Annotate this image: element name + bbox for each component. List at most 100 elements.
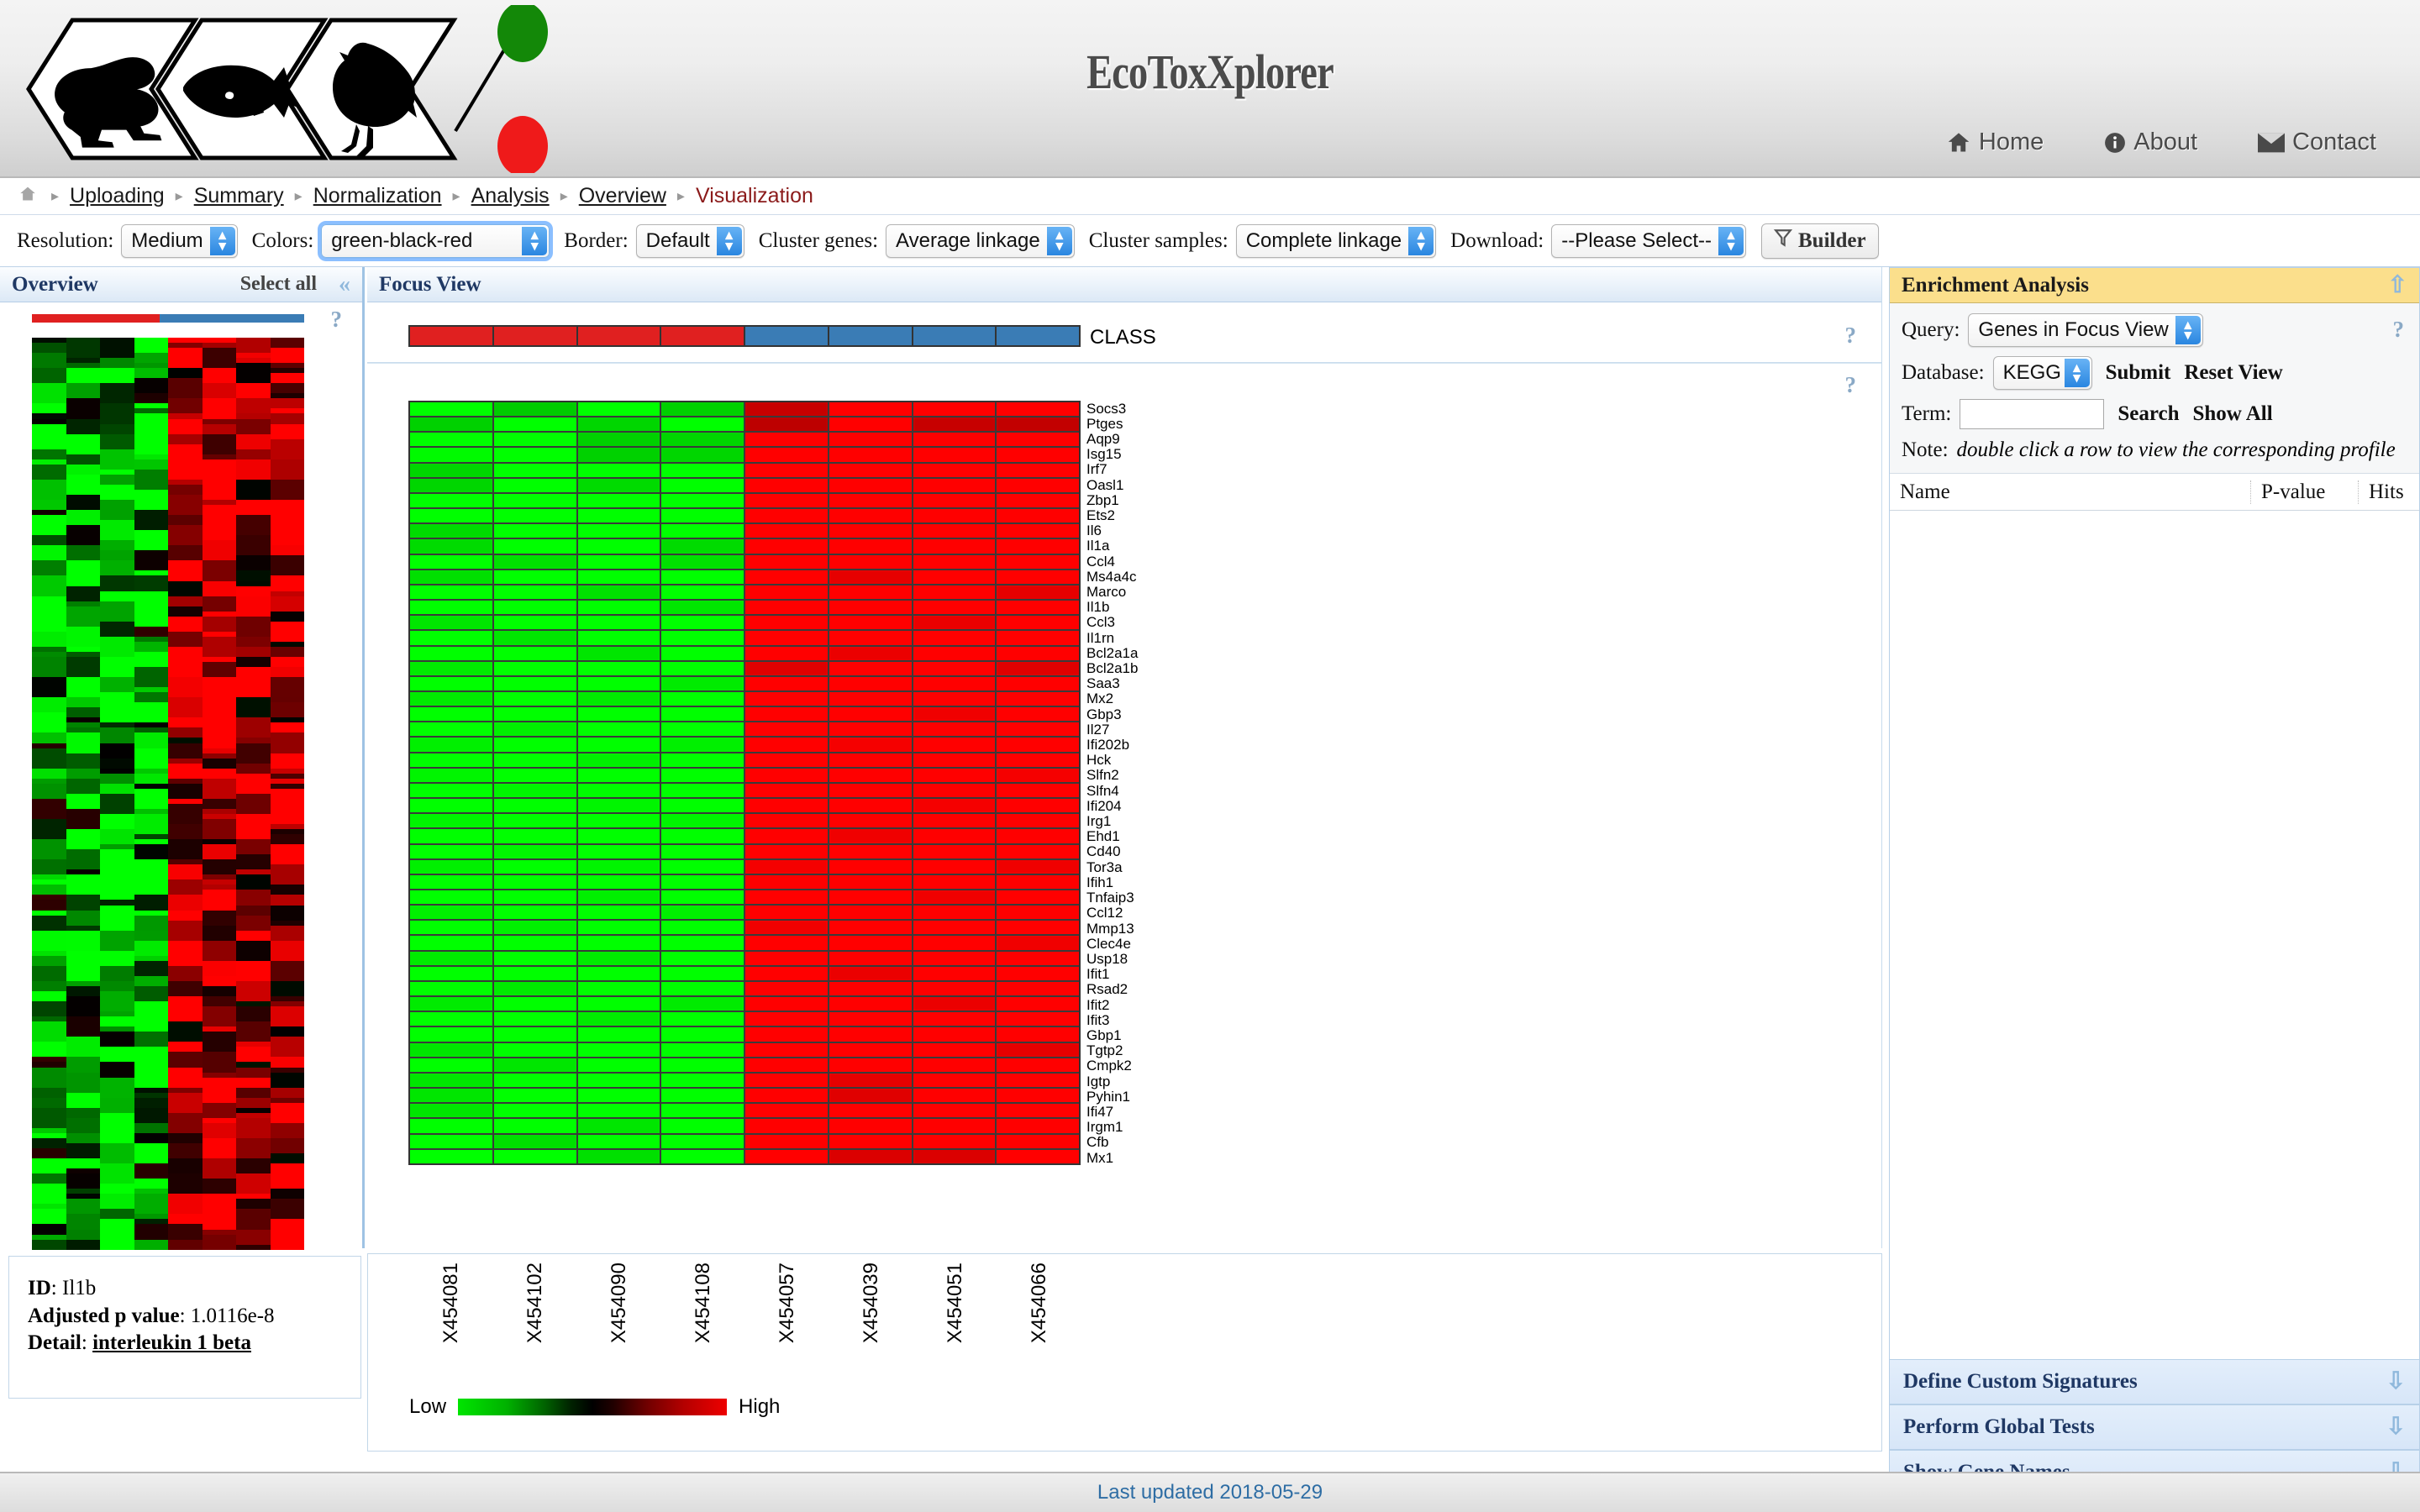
heatmap-cell[interactable]: [913, 493, 996, 510]
heatmap-cell[interactable]: [997, 1134, 1079, 1150]
gene-label[interactable]: Il1b: [1086, 600, 1339, 615]
heatmap-cell[interactable]: [829, 1012, 912, 1028]
heatmap-cell[interactable]: [913, 478, 996, 494]
heatmap-cell[interactable]: [913, 539, 996, 555]
class-cell-X454108[interactable]: [661, 327, 745, 345]
heatmap-cell[interactable]: [661, 829, 744, 845]
heatmap-cell[interactable]: [493, 814, 576, 830]
gene-label[interactable]: Il1a: [1086, 538, 1339, 554]
heatmap-cell[interactable]: [577, 768, 660, 784]
heatmap-cell[interactable]: [913, 448, 996, 464]
heatmap-cell[interactable]: [410, 890, 492, 906]
heatmap-cell[interactable]: [410, 783, 492, 800]
heatmap-cell[interactable]: [745, 814, 828, 830]
heatmap-cell[interactable]: [829, 722, 912, 738]
heatmap-cell[interactable]: [913, 890, 996, 906]
heatmap-cell[interactable]: [913, 1089, 996, 1105]
heatmap-cell[interactable]: [829, 1073, 912, 1089]
heatmap-cell[interactable]: [829, 768, 912, 784]
heatmap-cell[interactable]: [493, 539, 576, 555]
heatmap-cell[interactable]: [661, 463, 744, 479]
heatmap-cell[interactable]: [745, 524, 828, 540]
gene-label[interactable]: Usp18: [1086, 951, 1339, 966]
heatmap-cell[interactable]: [829, 921, 912, 937]
heatmap-cell[interactable]: [410, 874, 492, 890]
heatmap-cell[interactable]: [745, 753, 828, 769]
heatmap-cell[interactable]: [913, 936, 996, 952]
gene-label[interactable]: Ifi47: [1086, 1104, 1339, 1119]
heatmap-cell[interactable]: [997, 1042, 1079, 1058]
gene-label[interactable]: Bcl2a1b: [1086, 660, 1339, 675]
heatmap-cell[interactable]: [997, 1073, 1079, 1089]
heatmap-cell[interactable]: [661, 478, 744, 494]
heatmap-cell[interactable]: [829, 554, 912, 570]
heatmap-cell[interactable]: [997, 859, 1079, 875]
heatmap-cell[interactable]: [829, 616, 912, 632]
heatmap-cell[interactable]: [661, 509, 744, 525]
heatmap-cell[interactable]: [493, 951, 576, 967]
heatmap-cell[interactable]: [661, 1058, 744, 1074]
column-header-name[interactable]: Name: [1890, 480, 2251, 504]
heatmap-cell[interactable]: [661, 554, 744, 570]
heatmap-cell[interactable]: [577, 509, 660, 525]
heatmap-cell[interactable]: [577, 539, 660, 555]
gene-label[interactable]: Pyhin1: [1086, 1089, 1339, 1104]
heatmap-cell[interactable]: [661, 707, 744, 723]
heatmap-cell[interactable]: [745, 631, 828, 647]
heatmap-cell[interactable]: [410, 722, 492, 738]
gene-label[interactable]: Ets2: [1086, 507, 1339, 522]
gene-label[interactable]: Tgtp2: [1086, 1043, 1339, 1058]
heatmap-cell[interactable]: [997, 753, 1079, 769]
heatmap-cell[interactable]: [661, 1104, 744, 1120]
gene-label[interactable]: Ehd1: [1086, 829, 1339, 844]
heatmap-cell[interactable]: [577, 783, 660, 800]
gene-label[interactable]: Isg15: [1086, 447, 1339, 462]
heatmap-cell[interactable]: [661, 524, 744, 540]
heatmap-cell[interactable]: [661, 783, 744, 800]
heatmap-cell[interactable]: [493, 799, 576, 815]
heatmap-cell[interactable]: [493, 433, 576, 449]
heatmap-cell[interactable]: [913, 1149, 996, 1163]
heatmap-cell[interactable]: [493, 844, 576, 860]
heatmap-cell[interactable]: [410, 433, 492, 449]
heatmap-cell[interactable]: [997, 448, 1079, 464]
gene-label[interactable]: Ifi202b: [1086, 737, 1339, 752]
heatmap-cell[interactable]: [745, 844, 828, 860]
heatmap-cell[interactable]: [745, 539, 828, 555]
heatmap-cell[interactable]: [577, 799, 660, 815]
heatmap-cell[interactable]: [997, 981, 1079, 998]
heatmap-cell[interactable]: [410, 524, 492, 540]
heatmap-cell[interactable]: [493, 631, 576, 647]
heatmap-cell[interactable]: [745, 936, 828, 952]
search-button[interactable]: Search: [2118, 402, 2179, 426]
heatmap-cell[interactable]: [745, 478, 828, 494]
heatmap-cell[interactable]: [410, 463, 492, 479]
heatmap-cell[interactable]: [577, 753, 660, 769]
heatmap-cell[interactable]: [829, 433, 912, 449]
heatmap-cell[interactable]: [829, 448, 912, 464]
class-cell-X454102[interactable]: [493, 327, 578, 345]
question-mark-icon[interactable]: ?: [1845, 323, 1857, 349]
heatmap-cell[interactable]: [745, 783, 828, 800]
gene-label[interactable]: Ifit3: [1086, 1012, 1339, 1027]
heatmap-cell[interactable]: [661, 691, 744, 708]
heatmap-cell[interactable]: [493, 478, 576, 494]
gene-label[interactable]: Bcl2a1a: [1086, 645, 1339, 660]
heatmap-cell[interactable]: [745, 890, 828, 906]
heatmap-cell[interactable]: [493, 1089, 576, 1105]
heatmap-cell[interactable]: [410, 1104, 492, 1120]
heatmap-cell[interactable]: [577, 859, 660, 875]
heatmap-cell[interactable]: [493, 890, 576, 906]
heatmap-cell[interactable]: [577, 1119, 660, 1135]
heatmap-cell[interactable]: [410, 448, 492, 464]
heatmap-cell[interactable]: [577, 448, 660, 464]
heatmap-cell[interactable]: [997, 814, 1079, 830]
select-all-button[interactable]: Select all: [240, 273, 317, 296]
heatmap-cell[interactable]: [745, 829, 828, 845]
heatmap-cell[interactable]: [829, 1058, 912, 1074]
heatmap-cell[interactable]: [997, 539, 1079, 555]
heatmap-cell[interactable]: [410, 1134, 492, 1150]
heatmap-cell[interactable]: [745, 738, 828, 753]
heatmap-cell[interactable]: [997, 524, 1079, 540]
heatmap-cell[interactable]: [829, 859, 912, 875]
